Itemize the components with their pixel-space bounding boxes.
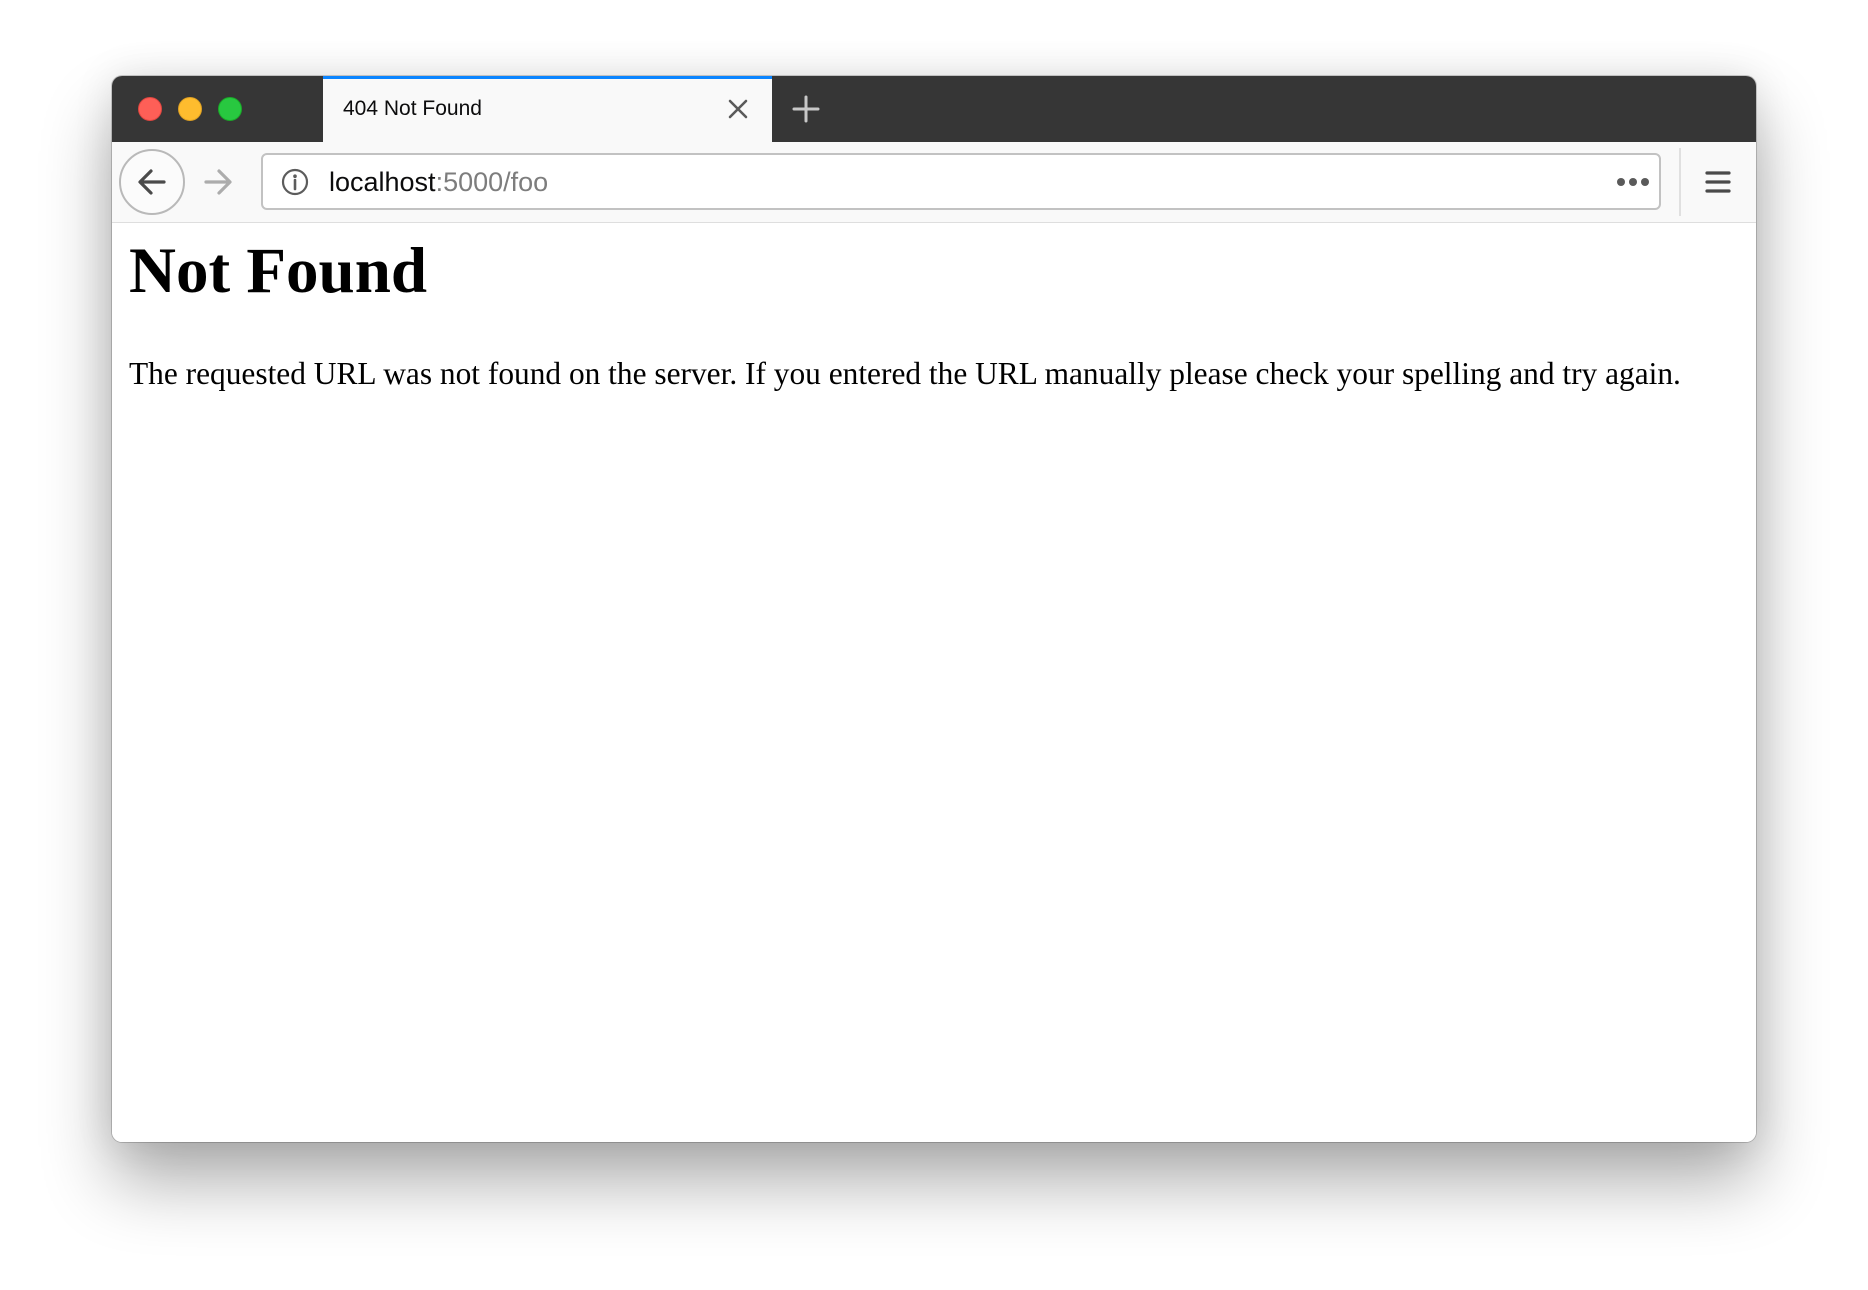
- page-heading: Not Found: [129, 235, 427, 307]
- page-content: Not Found The requested URL was not foun…: [112, 224, 1756, 1142]
- window-zoom-button[interactable]: [218, 97, 242, 121]
- arrow-left-icon: [138, 169, 166, 195]
- url-bar[interactable]: localhost:5000/foo: [261, 153, 1661, 210]
- tab-404-not-found[interactable]: 404 Not Found: [323, 76, 772, 142]
- hamburger-menu-icon[interactable]: [1702, 166, 1734, 198]
- tab-bar: 404 Not Found: [112, 76, 1756, 142]
- ellipsis-icon[interactable]: [1615, 172, 1651, 192]
- tab-title: 404 Not Found: [343, 97, 482, 120]
- navigation-toolbar: localhost:5000/foo: [112, 142, 1756, 223]
- forward-button[interactable]: [202, 166, 234, 198]
- url-path: :5000/foo: [435, 167, 549, 197]
- url-host: localhost: [329, 167, 436, 197]
- arrow-right-icon: [204, 169, 232, 195]
- info-icon[interactable]: [280, 167, 310, 197]
- back-button[interactable]: [119, 149, 185, 215]
- window-close-button[interactable]: [138, 97, 162, 121]
- url-text[interactable]: localhost:5000/foo: [329, 164, 548, 200]
- window-minimize-button[interactable]: [178, 97, 202, 121]
- browser-window: 404 Not Found localhost:5000/foo Not Fou…: [112, 76, 1756, 1142]
- close-tab-icon[interactable]: [726, 97, 750, 121]
- error-message: The requested URL was not found on the s…: [129, 356, 1681, 391]
- toolbar-separator: [1679, 148, 1681, 216]
- new-tab-plus-icon[interactable]: [792, 95, 820, 123]
